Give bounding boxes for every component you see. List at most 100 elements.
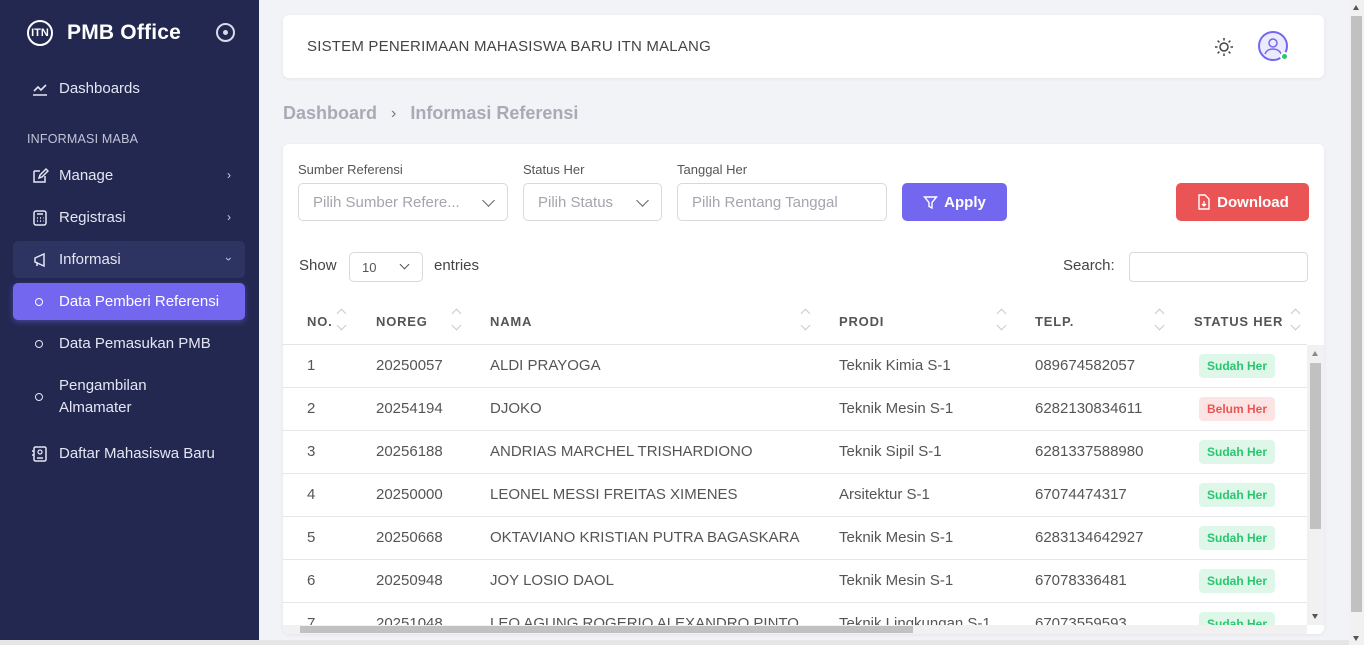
sidebar-item-manage[interactable]: Manage › xyxy=(13,157,245,194)
breadcrumb-separator: › xyxy=(391,104,397,122)
filter-icon xyxy=(923,195,939,210)
sort-icon[interactable] xyxy=(451,307,461,333)
cell-nama: ANDRIAS MARCHEL TRISHARDIONO xyxy=(490,443,753,460)
cell-telp: 67078336481 xyxy=(1035,572,1127,589)
table-row[interactable]: 6 20250948 JOY LOSIO DAOL Teknik Mesin S-1 6… xyxy=(283,560,1307,603)
col-header-noreg[interactable]: NOREG xyxy=(376,314,428,329)
chevron-down-icon: › xyxy=(222,257,236,261)
page-horizontal-scrollbar[interactable] xyxy=(0,640,1349,645)
sidebar-subitem-data-pemasukan-pmb[interactable]: Data Pemasukan PMB xyxy=(13,325,245,362)
brand[interactable]: ITN PMB Office xyxy=(27,18,239,48)
cell-prodi: Teknik Mesin S-1 xyxy=(839,572,954,589)
breadcrumb-dashboard[interactable]: Dashboard xyxy=(283,103,377,124)
table-vertical-scrollbar[interactable] xyxy=(1307,345,1324,625)
col-header-no[interactable]: NO. xyxy=(307,314,333,329)
cell-no: 5 xyxy=(307,529,316,546)
sidebar-item-daftar-mahasiswa-baru[interactable]: Daftar Mahasiswa Baru xyxy=(13,435,245,472)
scroll-up-icon[interactable] xyxy=(1312,351,1318,356)
entries-value: 10 xyxy=(362,259,377,275)
user-avatar-icon[interactable] xyxy=(1258,31,1289,61)
sidebar-item-dashboards[interactable]: Dashboards xyxy=(13,70,245,107)
col-header-status-her[interactable]: STATUS HER xyxy=(1194,314,1283,329)
chart-line-icon xyxy=(31,80,49,98)
sidebar-item-informasi[interactable]: Informasi › xyxy=(13,241,245,278)
file-download-icon xyxy=(1196,194,1211,210)
table-body: 1 20250057 ALDI PRAYOGA Teknik Kimia S-1 089… xyxy=(283,345,1307,625)
sumber-referensi-label: Sumber Referensi xyxy=(298,162,403,177)
apply-button[interactable]: Apply xyxy=(902,183,1007,221)
scroll-down-icon[interactable] xyxy=(1353,636,1359,641)
cell-noreg: 20250668 xyxy=(376,529,443,546)
status-badge: Sudah Her xyxy=(1199,354,1276,378)
download-label: Download xyxy=(1217,193,1289,211)
status-badge: Sudah Her xyxy=(1199,483,1276,507)
sort-icon[interactable] xyxy=(800,307,810,333)
sort-icon[interactable] xyxy=(336,307,346,333)
table-header: NO. NOREG NAMA PRODI TELP. STATUS HER xyxy=(283,294,1307,345)
brand-title: PMB Office xyxy=(67,21,182,44)
cell-noreg: 20250000 xyxy=(376,486,443,503)
table-row[interactable]: 4 20250000 LEONEL MESSI FREITAS XIMENES Ars… xyxy=(283,474,1307,517)
sort-icon[interactable] xyxy=(996,307,1006,333)
scrollbar-thumb[interactable] xyxy=(1310,363,1321,529)
sidebar-section-label: INFORMASI MABA xyxy=(27,132,139,146)
search-input[interactable] xyxy=(1129,252,1308,282)
table-row[interactable]: 1 20250057 ALDI PRAYOGA Teknik Kimia S-1 089… xyxy=(283,345,1307,388)
sidebar-subitem-data-pemberi-referensi[interactable]: Data Pemberi Referensi xyxy=(13,283,245,320)
cell-no: 4 xyxy=(307,486,316,503)
circle-icon xyxy=(35,297,43,306)
logo-icon: ITN xyxy=(27,20,53,46)
col-header-prodi[interactable]: PRODI xyxy=(839,314,884,329)
cell-prodi: Teknik Lingkungan S-1 xyxy=(839,615,991,625)
chevron-down-icon xyxy=(636,194,649,207)
cell-no: 1 xyxy=(307,357,316,374)
tanggal-her-input[interactable]: Pilih Rentang Tanggal xyxy=(677,183,887,221)
chevron-right-icon: › xyxy=(227,210,231,224)
sidebar-item-label: Informasi xyxy=(59,251,121,268)
breadcrumb-current: Informasi Referensi xyxy=(410,103,579,123)
sidebar-item-label: Daftar Mahasiswa Baru xyxy=(59,445,215,462)
sidebar-subitem-pengambilan-almamater[interactable]: Pengambilan Almamater xyxy=(13,368,245,426)
edit-icon xyxy=(31,167,49,185)
sort-icon[interactable] xyxy=(1290,307,1300,333)
sidebar-item-label-line: Almamater xyxy=(59,399,132,416)
page-scrollbar[interactable] xyxy=(1349,0,1364,645)
cell-telp: 67074474317 xyxy=(1035,486,1127,503)
table-horizontal-scrollbar[interactable] xyxy=(283,625,1307,634)
table-row[interactable]: 3 20256188 ANDRIAS MARCHEL TRISHARDIONO Tek… xyxy=(283,431,1307,474)
cell-no: 3 xyxy=(307,443,316,460)
radio-toggle-icon[interactable] xyxy=(216,23,235,42)
entries-select[interactable]: 10 xyxy=(349,252,423,282)
scrollbar-thumb[interactable] xyxy=(300,626,913,633)
chevron-right-icon: › xyxy=(227,168,231,182)
scroll-up-icon[interactable] xyxy=(1353,5,1359,10)
circle-icon xyxy=(35,339,43,348)
status-badge: Sudah Her xyxy=(1199,612,1276,625)
sort-icon[interactable] xyxy=(1154,307,1164,333)
sidebar-item-registrasi[interactable]: Registrasi › xyxy=(13,199,245,236)
sidebar-item-label: Manage xyxy=(59,167,114,184)
sumber-referensi-select[interactable]: Pilih Sumber Refere... xyxy=(298,183,508,221)
show-label: Show xyxy=(299,257,337,274)
id-card-icon xyxy=(31,445,49,463)
cell-prodi: Teknik Kimia S-1 xyxy=(839,357,951,374)
table-row[interactable]: 5 20250668 OKTAVIANO KRISTIAN PUTRA BAGASK… xyxy=(283,517,1307,560)
cell-noreg: 20256188 xyxy=(376,443,443,460)
breadcrumb: Dashboard › Informasi Referensi xyxy=(283,103,578,124)
download-button[interactable]: Download xyxy=(1176,183,1309,221)
table-row[interactable]: 7 20251048 LEO AGUNG ROGERIO ALEXANDRO PIN… xyxy=(283,603,1307,625)
cell-telp: 6281337588980 xyxy=(1035,443,1144,460)
status-her-select[interactable]: Pilih Status xyxy=(523,183,662,221)
table-row[interactable]: 2 20254194 DJOKO Teknik Mesin S-1 6282130834… xyxy=(283,388,1307,431)
scroll-down-icon[interactable] xyxy=(1312,614,1318,619)
cell-nama: OKTAVIANO KRISTIAN PUTRA BAGASKARA xyxy=(490,529,800,546)
cell-noreg: 20251048 xyxy=(376,615,443,625)
cell-telp: 089674582057 xyxy=(1035,357,1136,374)
sidebar-item-label: Dashboards xyxy=(59,80,140,97)
col-header-nama[interactable]: NAMA xyxy=(490,314,532,329)
col-header-telp[interactable]: TELP. xyxy=(1035,314,1074,329)
sun-icon[interactable] xyxy=(1214,37,1234,57)
cell-noreg: 20250948 xyxy=(376,572,443,589)
cell-prodi: Teknik Mesin S-1 xyxy=(839,529,954,546)
scrollbar-thumb[interactable] xyxy=(1351,16,1362,612)
